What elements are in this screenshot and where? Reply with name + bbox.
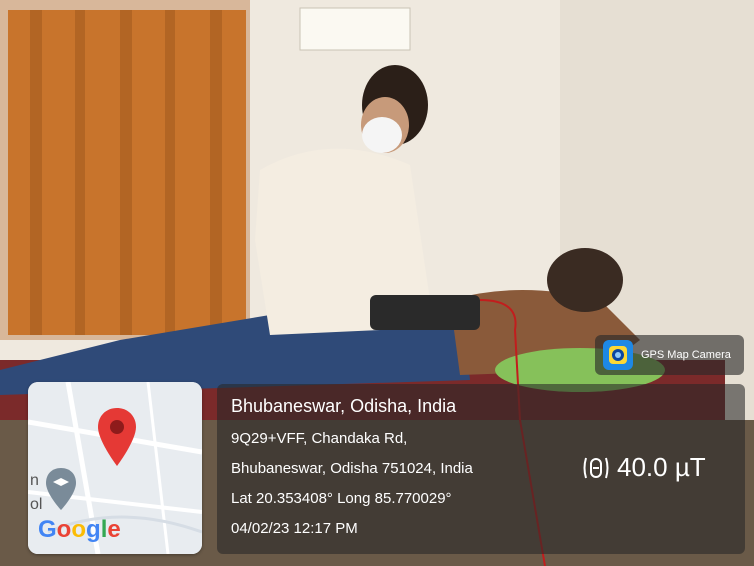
gps-overlay: GPS Map Camera n ol Google Bhubaneswar, … (10, 335, 745, 558)
google-letter: o (71, 516, 87, 543)
map-thumbnail[interactable]: n ol Google (28, 382, 202, 554)
magnetometer-value: 40.0 µT (617, 452, 706, 482)
google-letter: G (38, 516, 57, 543)
magnetometer-reading: 40.0 µT (583, 452, 706, 483)
google-letter: o (56, 516, 72, 543)
datetime: 04/02/23 12:17 PM (231, 520, 358, 537)
wall-poster (299, 7, 411, 51)
therapy-device (370, 295, 480, 330)
map-edge-label-bottom: ol (30, 496, 43, 513)
magnetometer-icon (583, 457, 609, 478)
google-letter: g (86, 516, 101, 543)
map-edge-label-top: n (30, 472, 39, 489)
app-badge: GPS Map Camera (595, 335, 744, 375)
location-info-panel: Bhubaneswar, Odisha, India 9Q29+VFF, Cha… (217, 384, 745, 554)
camera-app-icon (603, 340, 633, 370)
coordinates: Lat 20.353408° Long 85.770029° (231, 490, 452, 507)
patient-head (547, 248, 623, 312)
face-mask (362, 117, 402, 153)
google-letter: e (107, 516, 121, 543)
location-title: Bhubaneswar, Odisha, India (231, 396, 457, 416)
clinic-photo: GPS Map Camera n ol Google Bhubaneswar, … (0, 0, 754, 566)
address-line-2: Bhubaneswar, Odisha 751024, India (231, 460, 473, 477)
app-name: GPS Map Camera (641, 349, 731, 361)
school-pin-icon (46, 468, 76, 510)
address-line-1: 9Q29+VFF, Chandaka Rd, (231, 430, 408, 447)
location-pin-icon (98, 408, 136, 466)
google-logo: Google (38, 516, 121, 544)
